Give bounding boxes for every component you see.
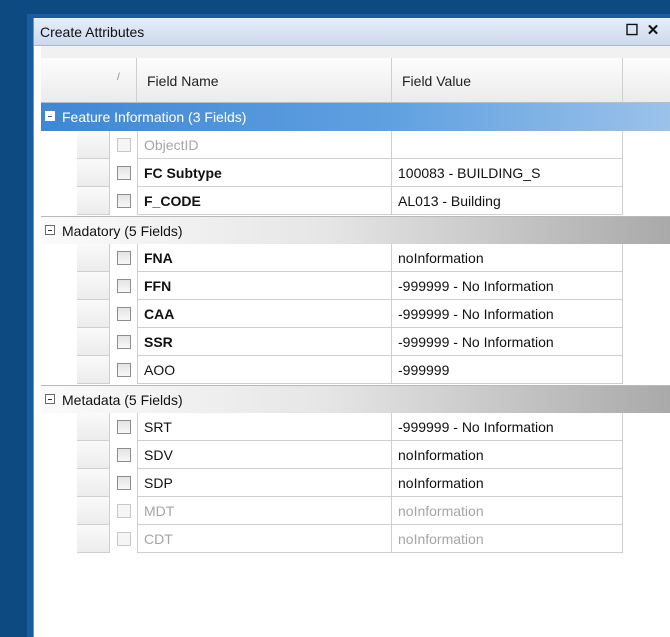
field-name-cell: FNA bbox=[137, 244, 392, 272]
field-value-cell[interactable]: noInformation bbox=[392, 469, 623, 497]
attribute-row[interactable]: CAA -999999 - No Information bbox=[41, 300, 670, 328]
column-header-label: Field Name bbox=[147, 73, 219, 89]
row-checkbox[interactable] bbox=[117, 166, 131, 180]
row-checkbox[interactable] bbox=[117, 532, 131, 546]
panel-title: Create Attributes bbox=[40, 24, 145, 40]
row-selector[interactable] bbox=[77, 131, 110, 159]
field-value-cell[interactable]: -999999 bbox=[392, 356, 623, 384]
row-checkbox[interactable] bbox=[117, 138, 131, 152]
field-name-cell: ObjectID bbox=[137, 131, 392, 159]
attribute-row[interactable]: FC Subtype 100083 - BUILDING_S bbox=[41, 159, 670, 187]
field-value-cell[interactable]: 100083 - BUILDING_S bbox=[392, 159, 623, 187]
row-checkbox[interactable] bbox=[117, 476, 131, 490]
row-selector[interactable] bbox=[77, 187, 110, 215]
field-name-cell: SSR bbox=[137, 328, 392, 356]
column-header-field-name[interactable]: Field Name bbox=[137, 58, 392, 103]
row-selector[interactable] bbox=[77, 413, 110, 441]
row-selector[interactable] bbox=[77, 469, 110, 497]
row-checkbox[interactable] bbox=[117, 279, 131, 293]
field-name-cell: F_CODE bbox=[137, 187, 392, 215]
field-name-cell: MDT bbox=[137, 497, 392, 525]
row-selector[interactable] bbox=[77, 497, 110, 525]
field-name-cell: SRT bbox=[137, 413, 392, 441]
field-value-cell[interactable] bbox=[392, 131, 623, 159]
row-checkbox[interactable] bbox=[117, 307, 131, 321]
field-value-cell[interactable]: -999999 - No Information bbox=[392, 300, 623, 328]
row-selector[interactable] bbox=[77, 244, 110, 272]
row-checkbox[interactable] bbox=[117, 335, 131, 349]
attribute-row[interactable]: SRT -999999 - No Information bbox=[41, 413, 670, 441]
row-selector[interactable] bbox=[77, 300, 110, 328]
column-header-field-value[interactable]: Field Value bbox=[392, 58, 623, 103]
attribute-row[interactable]: SDP noInformation bbox=[41, 469, 670, 497]
field-name-cell: FC Subtype bbox=[137, 159, 392, 187]
attribute-row[interactable]: ObjectID bbox=[41, 131, 670, 159]
field-name-cell: AOO bbox=[137, 356, 392, 384]
row-checkbox[interactable] bbox=[117, 504, 131, 518]
attribute-grid: / Field Name Field Value Feature Informa… bbox=[41, 46, 670, 637]
attribute-row[interactable]: SDV noInformation bbox=[41, 441, 670, 469]
field-name-cell: CDT bbox=[137, 525, 392, 553]
close-icon[interactable]: ✕ bbox=[644, 21, 662, 41]
field-value-cell[interactable]: -999999 - No Information bbox=[392, 272, 623, 300]
field-value-cell[interactable]: noInformation bbox=[392, 497, 623, 525]
row-checkbox[interactable] bbox=[117, 251, 131, 265]
attribute-row[interactable]: F_CODE AL013 - Building bbox=[41, 187, 670, 215]
group-header[interactable]: Metadata (5 Fields) bbox=[41, 385, 670, 413]
row-checkbox[interactable] bbox=[117, 448, 131, 462]
field-value-cell[interactable]: -999999 - No Information bbox=[392, 413, 623, 441]
panel-titlebar[interactable]: Create Attributes ☐ ✕ bbox=[34, 18, 670, 46]
attribute-row[interactable]: FFN -999999 - No Information bbox=[41, 272, 670, 300]
field-value-cell[interactable]: -999999 - No Information bbox=[392, 328, 623, 356]
field-value-cell[interactable]: noInformation bbox=[392, 525, 623, 553]
row-selector[interactable] bbox=[77, 356, 110, 384]
attribute-row[interactable]: MDT noInformation bbox=[41, 497, 670, 525]
field-name-cell: FFN bbox=[137, 272, 392, 300]
group-title: Madatory (5 Fields) bbox=[62, 223, 183, 239]
attribute-row[interactable]: FNA noInformation bbox=[41, 244, 670, 272]
field-value-cell[interactable]: noInformation bbox=[392, 441, 623, 469]
group-title: Metadata (5 Fields) bbox=[62, 392, 183, 408]
column-header-label: Field Value bbox=[402, 73, 472, 89]
field-value-cell[interactable]: noInformation bbox=[392, 244, 623, 272]
sort-icon: / bbox=[117, 72, 120, 83]
column-header-filler bbox=[623, 58, 670, 103]
row-checkbox[interactable] bbox=[117, 363, 131, 377]
attribute-row[interactable]: AOO -999999 bbox=[41, 356, 670, 384]
create-attributes-panel: Create Attributes ☐ ✕ / Field Name Field… bbox=[33, 18, 670, 637]
row-selector[interactable] bbox=[77, 328, 110, 356]
group-header[interactable]: Madatory (5 Fields) bbox=[41, 216, 670, 244]
field-value-cell[interactable]: AL013 - Building bbox=[392, 187, 623, 215]
field-name-cell: CAA bbox=[137, 300, 392, 328]
row-selector[interactable] bbox=[77, 441, 110, 469]
sort-column-header[interactable]: / bbox=[41, 58, 137, 103]
row-selector[interactable] bbox=[77, 525, 110, 553]
row-checkbox[interactable] bbox=[117, 420, 131, 434]
row-selector[interactable] bbox=[77, 272, 110, 300]
attribute-row[interactable]: CDT noInformation bbox=[41, 525, 670, 553]
field-name-cell: SDV bbox=[137, 441, 392, 469]
collapse-icon[interactable] bbox=[45, 225, 55, 235]
collapse-icon[interactable] bbox=[45, 111, 55, 121]
row-selector[interactable] bbox=[77, 159, 110, 187]
row-checkbox[interactable] bbox=[117, 194, 131, 208]
field-name-cell: SDP bbox=[137, 469, 392, 497]
restore-icon[interactable]: ☐ bbox=[623, 21, 641, 41]
collapse-icon[interactable] bbox=[45, 394, 55, 404]
group-title: Feature Information (3 Fields) bbox=[62, 109, 247, 125]
group-header[interactable]: Feature Information (3 Fields) bbox=[41, 103, 670, 131]
attribute-row[interactable]: SSR -999999 - No Information bbox=[41, 328, 670, 356]
